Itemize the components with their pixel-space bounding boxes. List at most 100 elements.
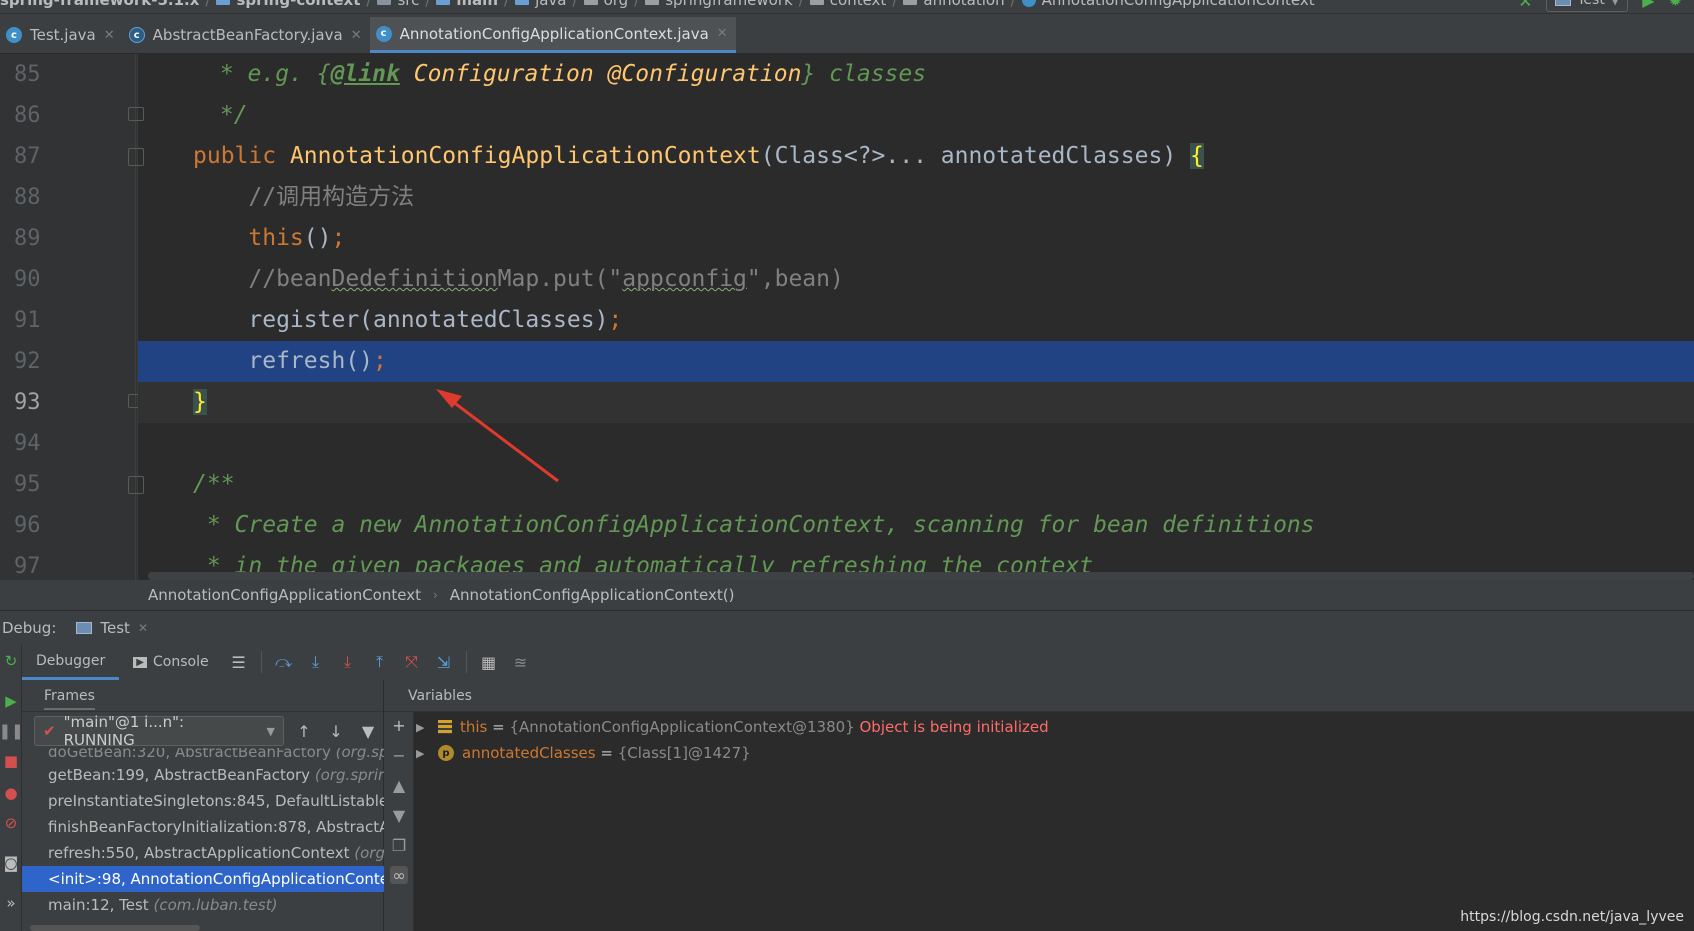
code-line-86[interactable]: */ (138, 95, 1694, 136)
code-line-96[interactable]: * Create a new AnnotationConfigApplicati… (138, 505, 1694, 546)
debug-icon[interactable]: ✹ (1669, 0, 1682, 10)
code-line-95[interactable]: /** (138, 464, 1694, 505)
frame-item-selected[interactable]: <init>:98, AnnotationConfigApplicationCo… (22, 866, 384, 892)
line-number: 94 (14, 431, 41, 456)
frames-header: Frames (22, 680, 383, 712)
nav-crumb-springframework[interactable]: springframework (645, 0, 793, 9)
frame-item[interactable]: refresh:550, AbstractApplicationContext … (22, 840, 384, 866)
nav-crumb-annotation[interactable]: annotation (903, 0, 1005, 9)
nav-crumb-java[interactable]: java (515, 0, 567, 9)
close-icon[interactable]: ✕ (717, 26, 728, 41)
console-icon: ▶ (133, 656, 147, 668)
debugger-toolbar: Debugger ▶ Console ☰ ⤼ ⤓ ⤓ ⤒ ⤧ ⇲ ▦ ≊ (22, 644, 1694, 680)
thread-row: ✔ "main"@1 i...n": RUNNING ▼ ↑ ↓ ▼ (22, 713, 384, 749)
variable-row-annotatedclasses[interactable]: ▶ p annotatedClasses = {Class[1]@1427} (416, 740, 751, 766)
nav-crumb-project[interactable]: spring-framework-5.1.x (0, 0, 199, 9)
run-to-cursor-icon[interactable]: ⇲ (431, 649, 457, 675)
debug-label: Debug: (2, 618, 57, 637)
frame-item[interactable]: doGetBean:320, AbstractBeanFactory (org.… (22, 748, 384, 762)
line-number: 87 (14, 144, 41, 169)
mute-breakpoints-icon[interactable]: ⊘ (2, 814, 20, 832)
add-watch-icon[interactable]: + (390, 716, 408, 735)
run-icon[interactable]: ▶ (1642, 0, 1654, 10)
breadcrumb-class[interactable]: AnnotationConfigApplicationContext (148, 586, 421, 604)
step-into-icon[interactable]: ⤓ (303, 649, 329, 675)
thread-select[interactable]: ✔ "main"@1 i...n": RUNNING ▼ (34, 713, 284, 749)
arrow-down-icon[interactable]: ↓ (324, 719, 348, 743)
expand-triangle-icon[interactable]: ▶ (416, 721, 430, 734)
evaluate-expression-icon[interactable]: ▦ (476, 649, 502, 675)
code-line-87[interactable]: public AnnotationConfigApplicationContex… (138, 136, 1694, 177)
tab-debugger[interactable]: Debugger (22, 644, 120, 680)
show-watches-icon[interactable]: ∞ (390, 866, 408, 885)
code-line-94[interactable] (138, 423, 1694, 464)
frame-item[interactable]: getBean:199, AbstractBeanFactory (org.sp… (22, 762, 384, 788)
breadcrumb-method[interactable]: AnnotationConfigApplicationContext() (450, 586, 735, 604)
frame-item[interactable]: preInstantiateSingletons:845, DefaultLis… (22, 788, 384, 814)
abstract-class-icon: c (128, 27, 145, 43)
code-line-88[interactable]: //调用构造方法 (138, 177, 1694, 218)
move-up-icon[interactable]: ▲ (390, 776, 408, 795)
debug-session-tab[interactable]: Test ✕ (76, 619, 148, 637)
frame-item[interactable]: main:12, Test (com.luban.test) (22, 892, 384, 918)
variables-panel: Variables + − ▲ ▼ ❐ ∞ ▶ this = {Annotati… (384, 680, 1694, 931)
module-icon (216, 0, 231, 5)
frame-list: doGetBean:320, AbstractBeanFactory (org.… (22, 748, 384, 918)
close-icon[interactable]: ✕ (351, 28, 362, 43)
arrow-up-icon[interactable]: ↑ (292, 719, 316, 743)
build-hammer-icon[interactable]: ⚒ (1518, 0, 1532, 10)
package-icon (903, 0, 918, 5)
watermark-url: https://blog.csdn.net/java_lyvee (1460, 909, 1684, 925)
tab-test-java[interactable]: c Test.java ✕ (0, 17, 123, 53)
nav-crumb-src[interactable]: src (377, 0, 419, 9)
editor-breadcrumbs: AnnotationConfigApplicationContext › Ann… (0, 580, 1694, 610)
copy-icon[interactable]: ❐ (390, 836, 408, 855)
frame-item[interactable]: finishBeanFactoryInitialization:878, Abs… (22, 814, 384, 840)
expand-triangle-icon[interactable]: ▶ (416, 747, 430, 760)
close-icon[interactable]: ✕ (138, 621, 148, 635)
variable-row-this[interactable]: ▶ this = {AnnotationConfigApplicationCon… (416, 714, 1049, 740)
code-editor[interactable]: 85 86 87 88 89 90 91 92 93 94 95 96 97 *… (0, 54, 1694, 580)
close-icon[interactable]: ✕ (104, 28, 115, 43)
nav-crumb-main[interactable]: main (436, 0, 498, 9)
step-out-icon[interactable]: ⤒ (367, 649, 393, 675)
camera-icon[interactable]: ◙ (2, 854, 20, 872)
nav-crumb-org[interactable]: org (583, 0, 628, 9)
package-icon (809, 0, 824, 5)
line-number: 88 (14, 185, 41, 210)
tab-annotationconfigapplicationcontext-java[interactable]: c AnnotationConfigApplicationContext.jav… (369, 17, 736, 53)
view-breakpoints-icon[interactable]: ● (2, 784, 20, 802)
show-execution-point-icon[interactable]: ☰ (226, 649, 252, 675)
horizontal-scrollbar[interactable] (148, 572, 1694, 580)
trace-stream-icon[interactable]: ≊ (508, 649, 534, 675)
folder-icon (436, 0, 451, 5)
move-down-icon[interactable]: ▼ (390, 806, 408, 825)
code-line-91[interactable]: register(annotatedClasses); (138, 300, 1694, 341)
drop-frame-icon[interactable]: ⤧ (399, 649, 425, 675)
code-line-90[interactable]: //beanDedefinitionMap.put("appconfig",be… (138, 259, 1694, 300)
nav-crumb-module[interactable]: spring-context (216, 0, 360, 9)
frames-scrollbar[interactable] (30, 925, 200, 931)
tab-console[interactable]: ▶ Console (119, 644, 222, 680)
navigation-bar: spring-framework-5.1.x / spring-context … (0, 0, 1694, 14)
variables-side-toolbar: + − ▲ ▼ ❐ ∞ (384, 712, 414, 931)
nav-crumb-context[interactable]: context (809, 0, 886, 9)
rerun-icon[interactable]: ↻ (2, 652, 20, 670)
code-line-92-execution-point[interactable]: refresh(); (138, 341, 1694, 382)
code-line-85[interactable]: * e.g. {@link Configuration @Configurati… (138, 54, 1694, 95)
force-step-into-icon[interactable]: ⤓ (335, 649, 361, 675)
source-folder-icon (515, 0, 530, 5)
tab-abstractbeanfactory-java[interactable]: c AbstractBeanFactory.java ✕ (123, 17, 370, 53)
more-icon[interactable]: » (2, 894, 20, 912)
run-config-select[interactable]: Test ▼ (1546, 0, 1629, 12)
resume-icon[interactable]: ▶ (2, 692, 20, 710)
remove-watch-icon[interactable]: − (390, 746, 408, 765)
step-over-icon[interactable]: ⤼ (271, 649, 297, 675)
nav-crumb-class[interactable]: AnnotationConfigApplicationContext (1021, 0, 1315, 9)
filter-icon[interactable]: ▼ (356, 719, 380, 743)
run-config-icon (76, 621, 93, 634)
pause-icon[interactable]: ❚❚ (0, 722, 24, 740)
code-line-89[interactable]: this(); (138, 218, 1694, 259)
stop-icon[interactable]: ■ (2, 752, 20, 770)
code-line-93[interactable]: } (138, 382, 1694, 423)
